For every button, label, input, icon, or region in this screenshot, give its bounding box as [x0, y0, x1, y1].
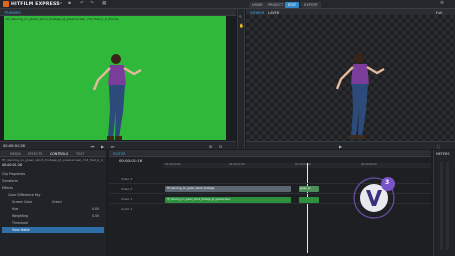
row-clip-properties[interactable]: Clip Properties [2, 171, 104, 177]
play-icon[interactable]: ▶ [100, 144, 105, 149]
ruler-tick: 00:00:06:00 [361, 163, 377, 166]
tab-media[interactable]: MEDIA [10, 152, 21, 156]
viewer-play-icon[interactable]: ▶ [338, 144, 343, 149]
tab-text[interactable]: TEXT [76, 152, 84, 156]
editor-timecode: 00:00:01:16 [119, 158, 143, 163]
row-label: Weighting [12, 214, 29, 218]
overlay-icon[interactable]: ⊟ [218, 144, 223, 149]
tab-project[interactable]: PROJECT [265, 1, 287, 8]
lower-left-tabs: MEDIA EFFECTS CONTROLS TEXT [0, 150, 106, 157]
grid-icon[interactable]: ▦ [102, 1, 106, 6]
small-clip[interactable]: green_pt [299, 186, 319, 192]
row-effects[interactable]: Effects [2, 185, 104, 191]
gear-icon[interactable]: ⚙ [440, 1, 444, 6]
row-threshold[interactable]: Threshold [2, 220, 104, 226]
row-label: Clip Properties [2, 172, 26, 176]
save-icon[interactable]: ▪ [68, 1, 72, 6]
app-title: HITFILM EXPRESS [11, 1, 60, 7]
row-label: View Matte [12, 228, 30, 232]
clip-label: Hf_dancing_on_green_stock_footage [167, 187, 215, 190]
undo-icon[interactable]: ↶ [80, 1, 84, 6]
ruler-tick: 00:00:00:00 [165, 163, 181, 166]
row-label: Color Difference Key [8, 193, 41, 197]
row-weighting[interactable]: Weighting 0.50 [2, 213, 104, 219]
trimmer-transport: 00:00:01:26 ⏮ ▶ ⏭ ⊞ ⊟ [0, 141, 236, 149]
meter-bar-left [440, 162, 443, 250]
trimmer-header: TRIMMER [0, 9, 236, 16]
keyed-dancer-figure [335, 53, 385, 139]
tab-edit[interactable]: EDIT [285, 1, 300, 8]
viewer-toolbar: ↖ ✋ [237, 9, 245, 149]
video-clip[interactable]: Hf_dancing_on_green_stock_footage [165, 186, 291, 192]
playhead[interactable] [307, 163, 308, 253]
tab-home[interactable]: HOME [249, 1, 266, 8]
top-bar: HITFILM EXPRESS ▭ ▪ ↶ ↷ ▦ HOME PROJECT E… [0, 0, 455, 9]
tab-editor[interactable]: EDITOR [113, 152, 126, 156]
row-label: Threshold [12, 221, 28, 225]
tab-effects[interactable]: EFFECTS [28, 152, 42, 156]
row-color-difference-key[interactable]: Color Difference Key [2, 192, 104, 198]
watermark-text: 3 [385, 179, 390, 186]
skip-forward-icon[interactable]: ⏭ [110, 144, 115, 149]
row-transform[interactable]: Transform [2, 178, 104, 184]
controls-panel: Hf_dancing_on_green_stock_footage_pt_gre… [0, 157, 106, 256]
time-ruler[interactable]: 00:00:00:00 00:00:02:00 00:00:04:00 00:0… [163, 163, 431, 168]
fullscreen-icon[interactable]: ⛶ [436, 144, 441, 149]
open-folder-icon[interactable]: ▭ [58, 1, 62, 6]
tab-controls[interactable]: CONTROLS [50, 152, 68, 156]
row-value: Green [52, 200, 62, 204]
track-label: Video 1 [121, 197, 133, 201]
tab-viewer[interactable]: VIEWER [250, 11, 264, 15]
viewer-canvas[interactable] [246, 15, 455, 141]
tab-layer[interactable]: LAYER [268, 11, 279, 15]
row-label: Screen Color [12, 200, 33, 204]
trimmer-video[interactable] [4, 16, 226, 140]
row-value: 0.50 [92, 214, 100, 218]
track-label: Video 2 [121, 187, 133, 191]
meters-panel: METERS [433, 150, 455, 256]
skip-back-icon[interactable]: ⏮ [90, 144, 95, 149]
audio-clip[interactable]: Hf_dancing_on_green_stock_footage_pt_gre… [165, 197, 291, 203]
trimmer-filename: Hf_dancing_on_green_stock_footage_pt_gre… [6, 17, 119, 21]
controls-timecode: 00:00:01:26 [2, 163, 23, 167]
dancer-figure [92, 54, 142, 140]
viewer-zoom[interactable]: Full [436, 11, 442, 15]
hand-tool-icon[interactable]: ✋ [239, 23, 244, 28]
tab-meters[interactable]: METERS [436, 152, 449, 156]
tab-export[interactable]: EXPORT [301, 1, 321, 8]
viewer-transport: ▶ ⛶ [246, 141, 455, 149]
tab-trimmer[interactable]: TRIMMER [4, 11, 21, 15]
audio-clip-small[interactable] [299, 197, 319, 203]
watermark-logo-icon [353, 177, 395, 219]
row-label: Hue [12, 207, 19, 211]
editor-header: EDITOR [109, 150, 431, 157]
hitfilm-logo-icon [3, 1, 9, 7]
insert-icon[interactable]: ⊞ [208, 144, 213, 149]
row-value: 0.00 [92, 207, 100, 211]
redo-icon[interactable]: ↷ [90, 1, 94, 6]
row-label: Transform [2, 179, 18, 183]
track-label: Video 3 [121, 177, 133, 181]
clip-label: green_pt [300, 187, 311, 190]
track-label: Audio 1 [121, 207, 133, 211]
select-tool-icon[interactable]: ↖ [239, 14, 244, 19]
ruler-tick: 00:00:04:00 [295, 163, 311, 166]
row-label: Effects [2, 186, 13, 190]
row-screen-color[interactable]: Screen Color Green [2, 199, 104, 205]
row-hue[interactable]: Hue 0.00 [2, 206, 104, 212]
editor-timeline[interactable]: 00:00:01:16 00:00:00:00 00:00:02:00 00:0… [109, 157, 431, 256]
clip-label: Hf_dancing_on_green_stock_footage_pt_gre… [167, 198, 231, 201]
row-view-matte[interactable]: View Matte [2, 227, 104, 233]
trimmer-timecode: 00:00:01:26 [3, 143, 25, 148]
meter-bar-right [446, 162, 449, 250]
controls-clip-label: Hf_dancing_on_green_stock_footage_pt_gre… [2, 158, 104, 162]
ruler-tick: 00:00:02:00 [229, 163, 245, 166]
